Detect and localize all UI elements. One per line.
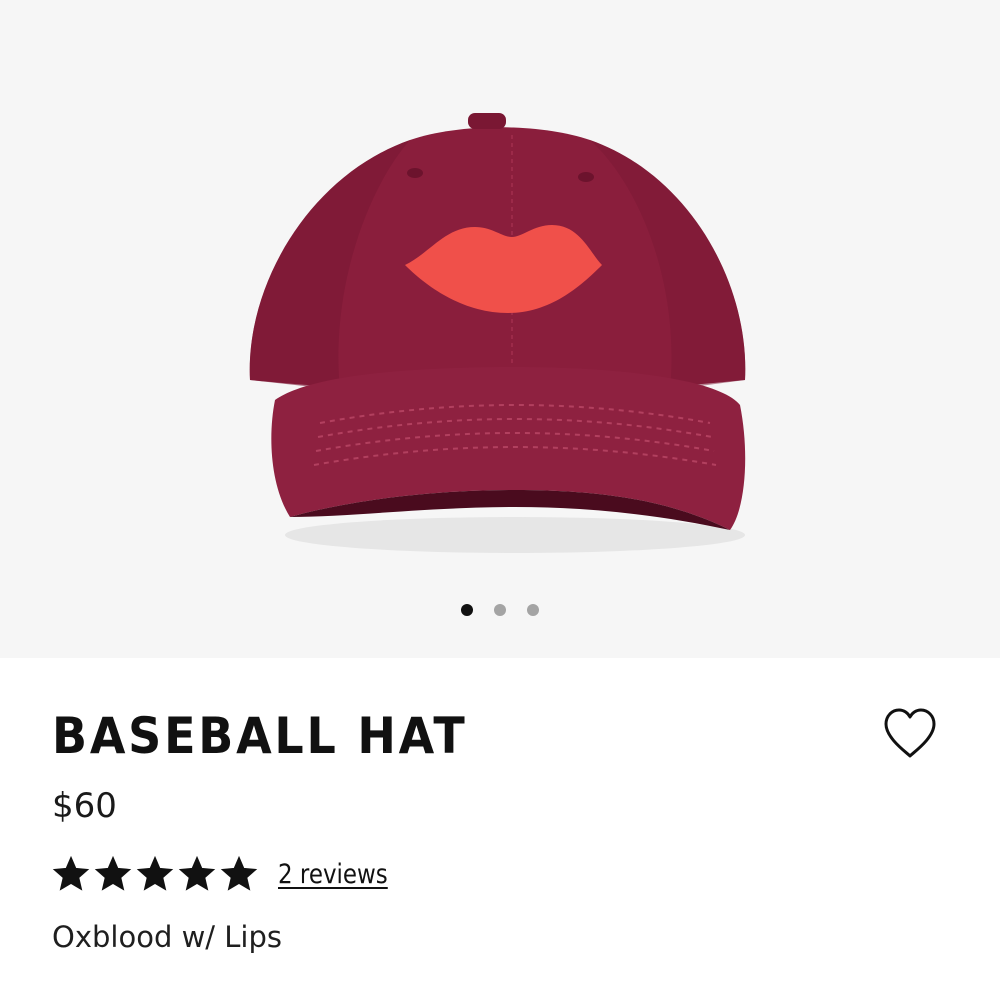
wishlist-button[interactable]: [880, 706, 940, 762]
star-icon: [178, 855, 216, 891]
product-image: [249, 113, 746, 553]
product-price: $60: [52, 786, 117, 826]
gallery-pagination: [0, 602, 1000, 618]
star-icon: [52, 855, 90, 891]
product-info: BASEBALL HAT $60 2 reviews Oxblood w/ Li…: [0, 658, 1000, 1000]
star-icon: [220, 855, 258, 891]
heart-outline-icon: [884, 708, 936, 758]
gallery-dot-3[interactable]: [527, 604, 539, 616]
reviews-link[interactable]: 2 reviews: [278, 859, 388, 890]
gallery-dot-1[interactable]: [461, 604, 473, 616]
star-icon: [136, 855, 174, 891]
gallery-dot-2[interactable]: [494, 604, 506, 616]
product-title: BASEBALL HAT: [52, 707, 468, 765]
product-image-gallery[interactable]: [0, 0, 1000, 658]
product-rating: 2 reviews: [52, 854, 407, 894]
rating-stars: [52, 855, 258, 893]
star-icon: [94, 855, 132, 891]
product-variant: Oxblood w/ Lips: [52, 920, 283, 954]
